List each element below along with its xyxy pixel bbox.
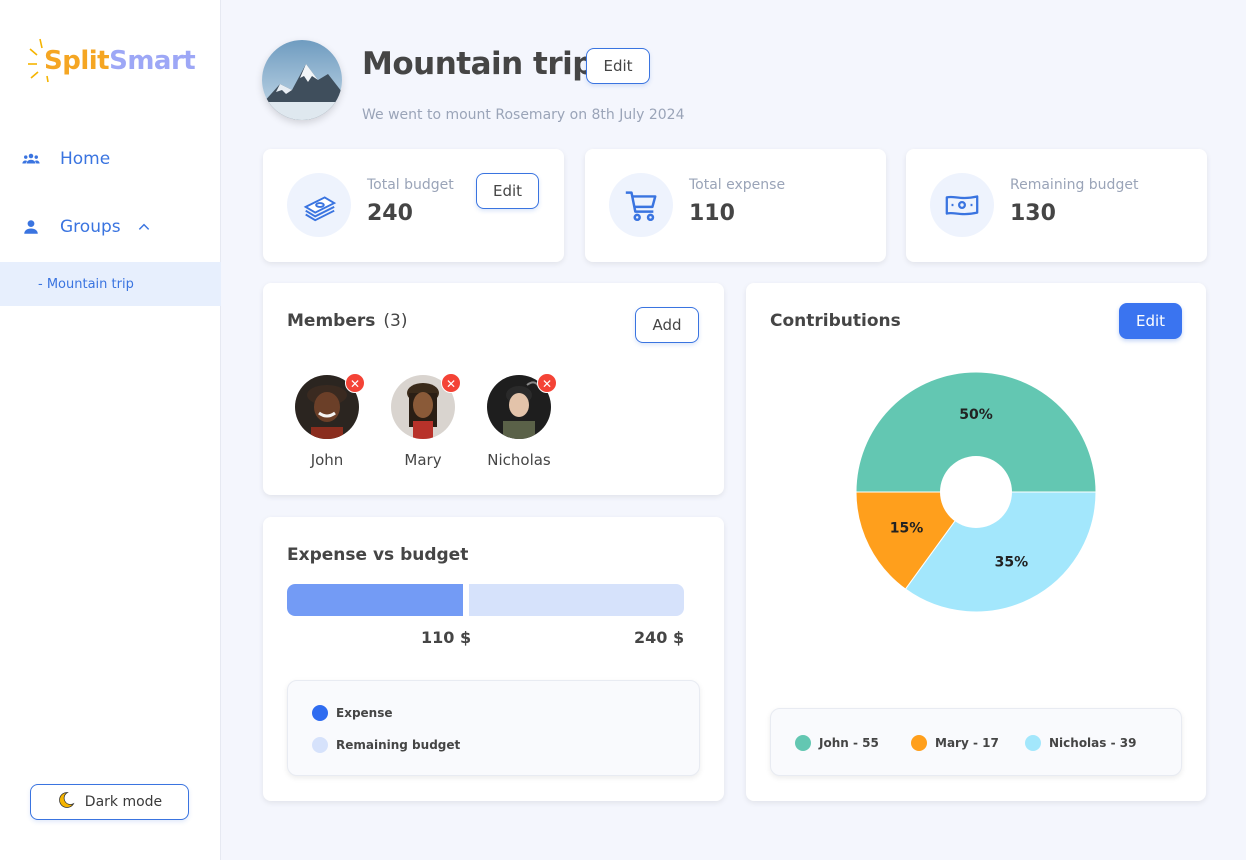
chevron-up-icon[interactable] — [137, 220, 151, 234]
budget-amount: 240 $ — [634, 628, 685, 647]
members-card: Members (3) Add ✕ John ✕ Mary ✕ Nicholas — [263, 283, 724, 495]
legend-item: Expense — [312, 705, 393, 721]
trip-description: We went to mount Rosemary on 8th July 20… — [362, 107, 685, 123]
member-name: Nicholas — [487, 451, 551, 469]
banknote-icon — [945, 195, 979, 216]
legend-dot — [911, 735, 927, 751]
members-count: (3) — [383, 311, 408, 331]
page-title: Mountain trip — [362, 46, 594, 82]
avatar: ✕ — [391, 373, 461, 439]
expense-bar-fill — [287, 584, 469, 616]
total-expense-card: Total expense 110 — [585, 149, 886, 262]
trip-image — [262, 40, 342, 120]
expense-vs-budget-card: Expense vs budget 110 $ 240 $ Expense Re… — [263, 517, 724, 801]
expense-vs-budget-title: Expense vs budget — [287, 545, 469, 565]
expense-amount: 110 $ — [421, 628, 472, 647]
legend-item: John - 55 — [795, 735, 879, 751]
legend-item: Remaining budget — [312, 737, 460, 753]
contributions-card: Contributions Edit 50% 35% 15% John - 55 M… — [746, 283, 1206, 801]
stat-value: 110 — [689, 201, 735, 226]
moon-icon — [57, 791, 75, 813]
legend-dot — [312, 705, 328, 721]
legend-label: Nicholas - 39 — [1049, 736, 1137, 750]
sidebar-item-home[interactable]: Home — [22, 149, 110, 169]
add-member-button[interactable]: Add — [635, 307, 699, 343]
legend-dot — [795, 735, 811, 751]
pie-label-nicholas: 35% — [995, 554, 1029, 570]
cart-icon — [625, 191, 657, 222]
legend-item: Mary - 17 — [911, 735, 999, 751]
total-budget-card: Total budget 240 Edit — [263, 149, 564, 262]
avatar: ✕ — [487, 373, 557, 439]
contributions-title: Contributions — [770, 311, 901, 331]
pie-label-john: 50% — [959, 407, 993, 423]
avatar: ✕ — [295, 373, 365, 439]
pie-label-mary: 15% — [890, 520, 924, 536]
member-john: ✕ John — [287, 373, 367, 469]
legend-label: John - 55 — [819, 736, 879, 750]
remove-member-button[interactable]: ✕ — [537, 373, 557, 393]
members-title-text: Members — [287, 311, 376, 331]
sidebar-item-groups[interactable]: Groups — [22, 217, 171, 237]
person-icon — [24, 220, 38, 234]
legend-label: Expense — [336, 706, 393, 720]
legend-item: Nicholas - 39 — [1025, 735, 1136, 751]
member-nicholas: ✕ Nicholas — [479, 373, 559, 469]
remove-member-button[interactable]: ✕ — [441, 373, 461, 393]
sidebar-item-mountain-trip[interactable]: - Mountain trip — [0, 262, 221, 306]
member-name: Mary — [404, 451, 442, 469]
contributions-legend: John - 55 Mary - 17 Nicholas - 39 — [770, 708, 1182, 776]
edit-title-button[interactable]: Edit — [586, 48, 650, 84]
stat-label: Total expense — [689, 177, 786, 193]
member-name: John — [310, 451, 344, 469]
stat-label: Total budget — [367, 177, 454, 193]
member-mary: ✕ Mary — [383, 373, 463, 469]
remaining-budget-card: Remaining budget 130 — [906, 149, 1207, 262]
contributions-pie-chart: 50% 35% 15% — [855, 371, 1097, 613]
group-icon — [22, 153, 40, 164]
sidebar: SplitSmart Home Groups - Mountain trip D… — [0, 0, 221, 860]
budget-progress-bar — [287, 584, 684, 616]
stat-value: 130 — [1010, 201, 1056, 226]
members-title: Members (3) — [287, 311, 407, 331]
stat-label: Remaining budget — [1010, 177, 1139, 193]
sidebar-item-label: Home — [60, 149, 111, 169]
pie-hole — [940, 456, 1012, 528]
expense-legend: Expense Remaining budget — [287, 680, 700, 776]
logo-smart: Smart — [109, 46, 196, 76]
legend-label: Remaining budget — [336, 738, 461, 752]
legend-label: Mary - 17 — [935, 736, 999, 750]
legend-dot — [312, 737, 328, 753]
logo-split: Split — [44, 46, 110, 76]
sidebar-item-label: Groups — [60, 217, 121, 237]
edit-budget-button[interactable]: Edit — [476, 173, 539, 209]
dark-mode-label: Dark mode — [84, 794, 163, 810]
stat-value: 240 — [367, 201, 413, 226]
remove-member-button[interactable]: ✕ — [345, 373, 365, 393]
app-logo[interactable]: SplitSmart — [28, 36, 196, 86]
money-stack-icon — [303, 196, 337, 222]
edit-contributions-button[interactable]: Edit — [1119, 303, 1182, 339]
legend-dot — [1025, 735, 1041, 751]
dark-mode-button[interactable]: Dark mode — [30, 784, 189, 820]
